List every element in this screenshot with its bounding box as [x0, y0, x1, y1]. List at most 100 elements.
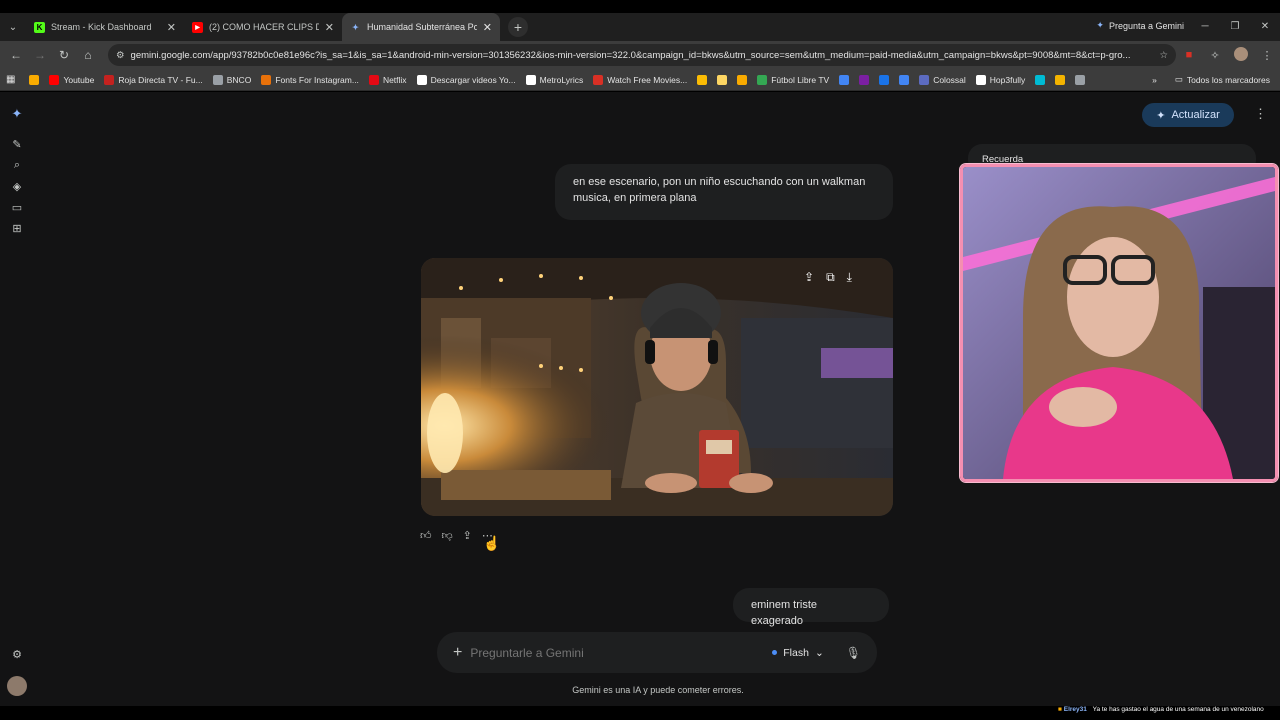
bookmark-label: Fonts For Instagram...: [275, 74, 359, 85]
thumbs-up-icon[interactable]: 👍︎: [420, 529, 432, 542]
ask-gemini-label: Pregunta a Gemini: [1108, 20, 1184, 31]
chevron-right-icon[interactable]: »: [1152, 75, 1157, 85]
tab-bar: ⌄ K Stream - Kick Dashboard ✕ ▶ (2) COMO…: [0, 13, 1280, 41]
microphone-icon[interactable]: 🎙︎: [846, 646, 861, 660]
sparkle-icon: ✦: [1156, 109, 1166, 122]
gemini-icon: ✦: [1096, 20, 1104, 30]
model-label: Flash: [783, 646, 809, 659]
bookmark-favicon-icon: [1055, 74, 1066, 85]
download-icon[interactable]: ⤓: [847, 270, 852, 285]
bookmark-favicon-icon: [525, 74, 536, 85]
bookmark-item[interactable]: Roja Directa TV - Fu...: [104, 74, 203, 85]
library-icon[interactable]: ▭: [10, 201, 24, 215]
tab-gemini[interactable]: ✦ Humanidad Subterránea Postap ✕: [342, 13, 500, 41]
forward-icon[interactable]: →: [28, 48, 52, 62]
bookmark-item[interactable]: [1035, 74, 1049, 85]
reload-icon[interactable]: ↻: [52, 48, 76, 62]
bookmark-favicon-icon: [261, 74, 272, 85]
more-options-icon[interactable]: ⋮: [1254, 106, 1267, 122]
tab-title: (2) COMO HACER CLIPS DE TUS: [209, 22, 319, 32]
bookmark-item[interactable]: [899, 74, 913, 85]
bookmark-favicon-icon: [416, 74, 427, 85]
tab-search-icon[interactable]: ⌄: [0, 22, 26, 33]
gemini-logo-icon[interactable]: ✦: [10, 106, 24, 121]
copy-icon[interactable]: ⧉: [826, 270, 835, 285]
update-button[interactable]: ✦ Actualizar: [1142, 103, 1234, 127]
address-bar[interactable]: ⚙ gemini.google.com/app/93782b0c0e81e96c…: [108, 44, 1176, 66]
bookmark-item[interactable]: [737, 74, 751, 85]
bookmark-item[interactable]: [717, 74, 731, 85]
back-icon[interactable]: ←: [4, 48, 28, 62]
bookmark-favicon-icon: [49, 74, 60, 85]
browser-menu-icon[interactable]: ⋮: [1254, 49, 1280, 62]
window-controls: ─ ❐ ✕: [1190, 13, 1280, 41]
side-rail: ✦ ✎ ⌕ ◈ ▭ ⊞ ⚙: [0, 92, 34, 706]
bookmark-favicon-icon: [899, 74, 910, 85]
bookmark-label: Descargar videos Yo...: [430, 74, 516, 85]
bookmark-item[interactable]: [859, 74, 873, 85]
settings-icon[interactable]: ⚙: [10, 648, 24, 662]
new-tab-button[interactable]: +: [508, 17, 528, 37]
bookmark-item[interactable]: BNCO: [212, 74, 251, 85]
site-info-icon[interactable]: ⚙: [116, 50, 125, 61]
bookmark-item[interactable]: [697, 74, 711, 85]
prompt-input[interactable]: [470, 645, 773, 660]
bookmark-item[interactable]: [839, 74, 853, 85]
tab-youtube[interactable]: ▶ (2) COMO HACER CLIPS DE TUS ✕: [184, 13, 342, 41]
bookmark-favicon-icon: [368, 74, 379, 85]
bookmark-item[interactable]: Colossal: [919, 74, 966, 85]
all-bookmarks-label[interactable]: Todos los marcadores: [1187, 75, 1270, 85]
more-response-icon[interactable]: ⋯: [482, 529, 493, 542]
bookmark-label: Fútbol Libre TV: [771, 74, 830, 85]
search-icon[interactable]: ⌕: [10, 159, 24, 173]
close-icon[interactable]: ✕: [167, 21, 176, 34]
bookmark-item[interactable]: [29, 74, 43, 85]
home-icon[interactable]: ⌂: [76, 48, 100, 62]
bookmark-item[interactable]: Netflix: [368, 74, 407, 85]
thumbs-down-icon[interactable]: 👎︎: [442, 529, 453, 542]
extension-icon[interactable]: ■: [1176, 49, 1202, 61]
bookmark-favicon-icon: [737, 74, 748, 85]
bookmark-item[interactable]: [879, 74, 893, 85]
image-actions: ⇪ ⧉ ⤓: [804, 270, 852, 285]
close-window-icon[interactable]: ✕: [1250, 13, 1280, 41]
bookmark-item[interactable]: Watch Free Movies...: [593, 74, 687, 85]
close-icon[interactable]: ✕: [483, 21, 492, 34]
tab-title: Stream - Kick Dashboard: [51, 22, 152, 32]
share-icon[interactable]: ⇪: [804, 270, 814, 285]
new-chat-icon[interactable]: ✎: [10, 138, 24, 152]
bookmark-label: MetroLyrics: [539, 74, 584, 85]
generated-image[interactable]: [421, 258, 893, 516]
user-prompt-bubble: eminem triste exagerado: [733, 588, 889, 627]
youtube-icon: ▶: [192, 21, 203, 33]
apps-icon[interactable]: ⊞: [10, 222, 24, 236]
bookmark-item[interactable]: MetroLyrics: [525, 74, 584, 85]
bookmark-item[interactable]: Fonts For Instagram...: [261, 74, 359, 85]
bookmark-item[interactable]: Fútbol Libre TV: [757, 74, 830, 85]
response-feedback: 👍︎ 👎︎ ⇪ ⋯: [420, 529, 493, 542]
close-icon[interactable]: ✕: [325, 21, 334, 34]
ask-gemini-button[interactable]: ✦ Pregunta a Gemini: [1096, 20, 1184, 31]
tab-kick[interactable]: K Stream - Kick Dashboard ✕: [26, 13, 184, 41]
minimize-icon[interactable]: ─: [1190, 13, 1220, 41]
add-icon[interactable]: +: [453, 644, 462, 662]
apps-grid-icon[interactable]: ▦: [6, 74, 15, 85]
bookmark-item[interactable]: [1055, 74, 1069, 85]
bookmark-item[interactable]: Hop3fully: [975, 74, 1025, 85]
tab-title: Humanidad Subterránea Postap: [367, 22, 477, 32]
bookmark-overflow[interactable]: » ▭ Todos los marcadores: [1152, 74, 1270, 85]
restore-icon[interactable]: ❐: [1220, 13, 1250, 41]
bookmark-item[interactable]: Youtube: [49, 74, 94, 85]
profile-avatar[interactable]: [1228, 46, 1254, 64]
bookmark-star-icon[interactable]: ☆: [1159, 50, 1168, 61]
model-dot-icon: [772, 650, 778, 655]
bookmark-item[interactable]: Descargar videos Yo...: [416, 74, 516, 85]
bookmark-item[interactable]: [1075, 74, 1089, 85]
gems-icon[interactable]: ◈: [10, 180, 24, 194]
prompt-input-box: + Flash ⌄ 🎙︎: [437, 632, 877, 673]
bookmark-favicon-icon: [697, 74, 708, 85]
share-response-icon[interactable]: ⇪: [463, 529, 472, 542]
extensions-puzzle-icon[interactable]: ✧: [1202, 49, 1228, 62]
model-selector[interactable]: Flash ⌄: [772, 647, 824, 659]
chat-username: Elrey31: [1063, 706, 1087, 713]
